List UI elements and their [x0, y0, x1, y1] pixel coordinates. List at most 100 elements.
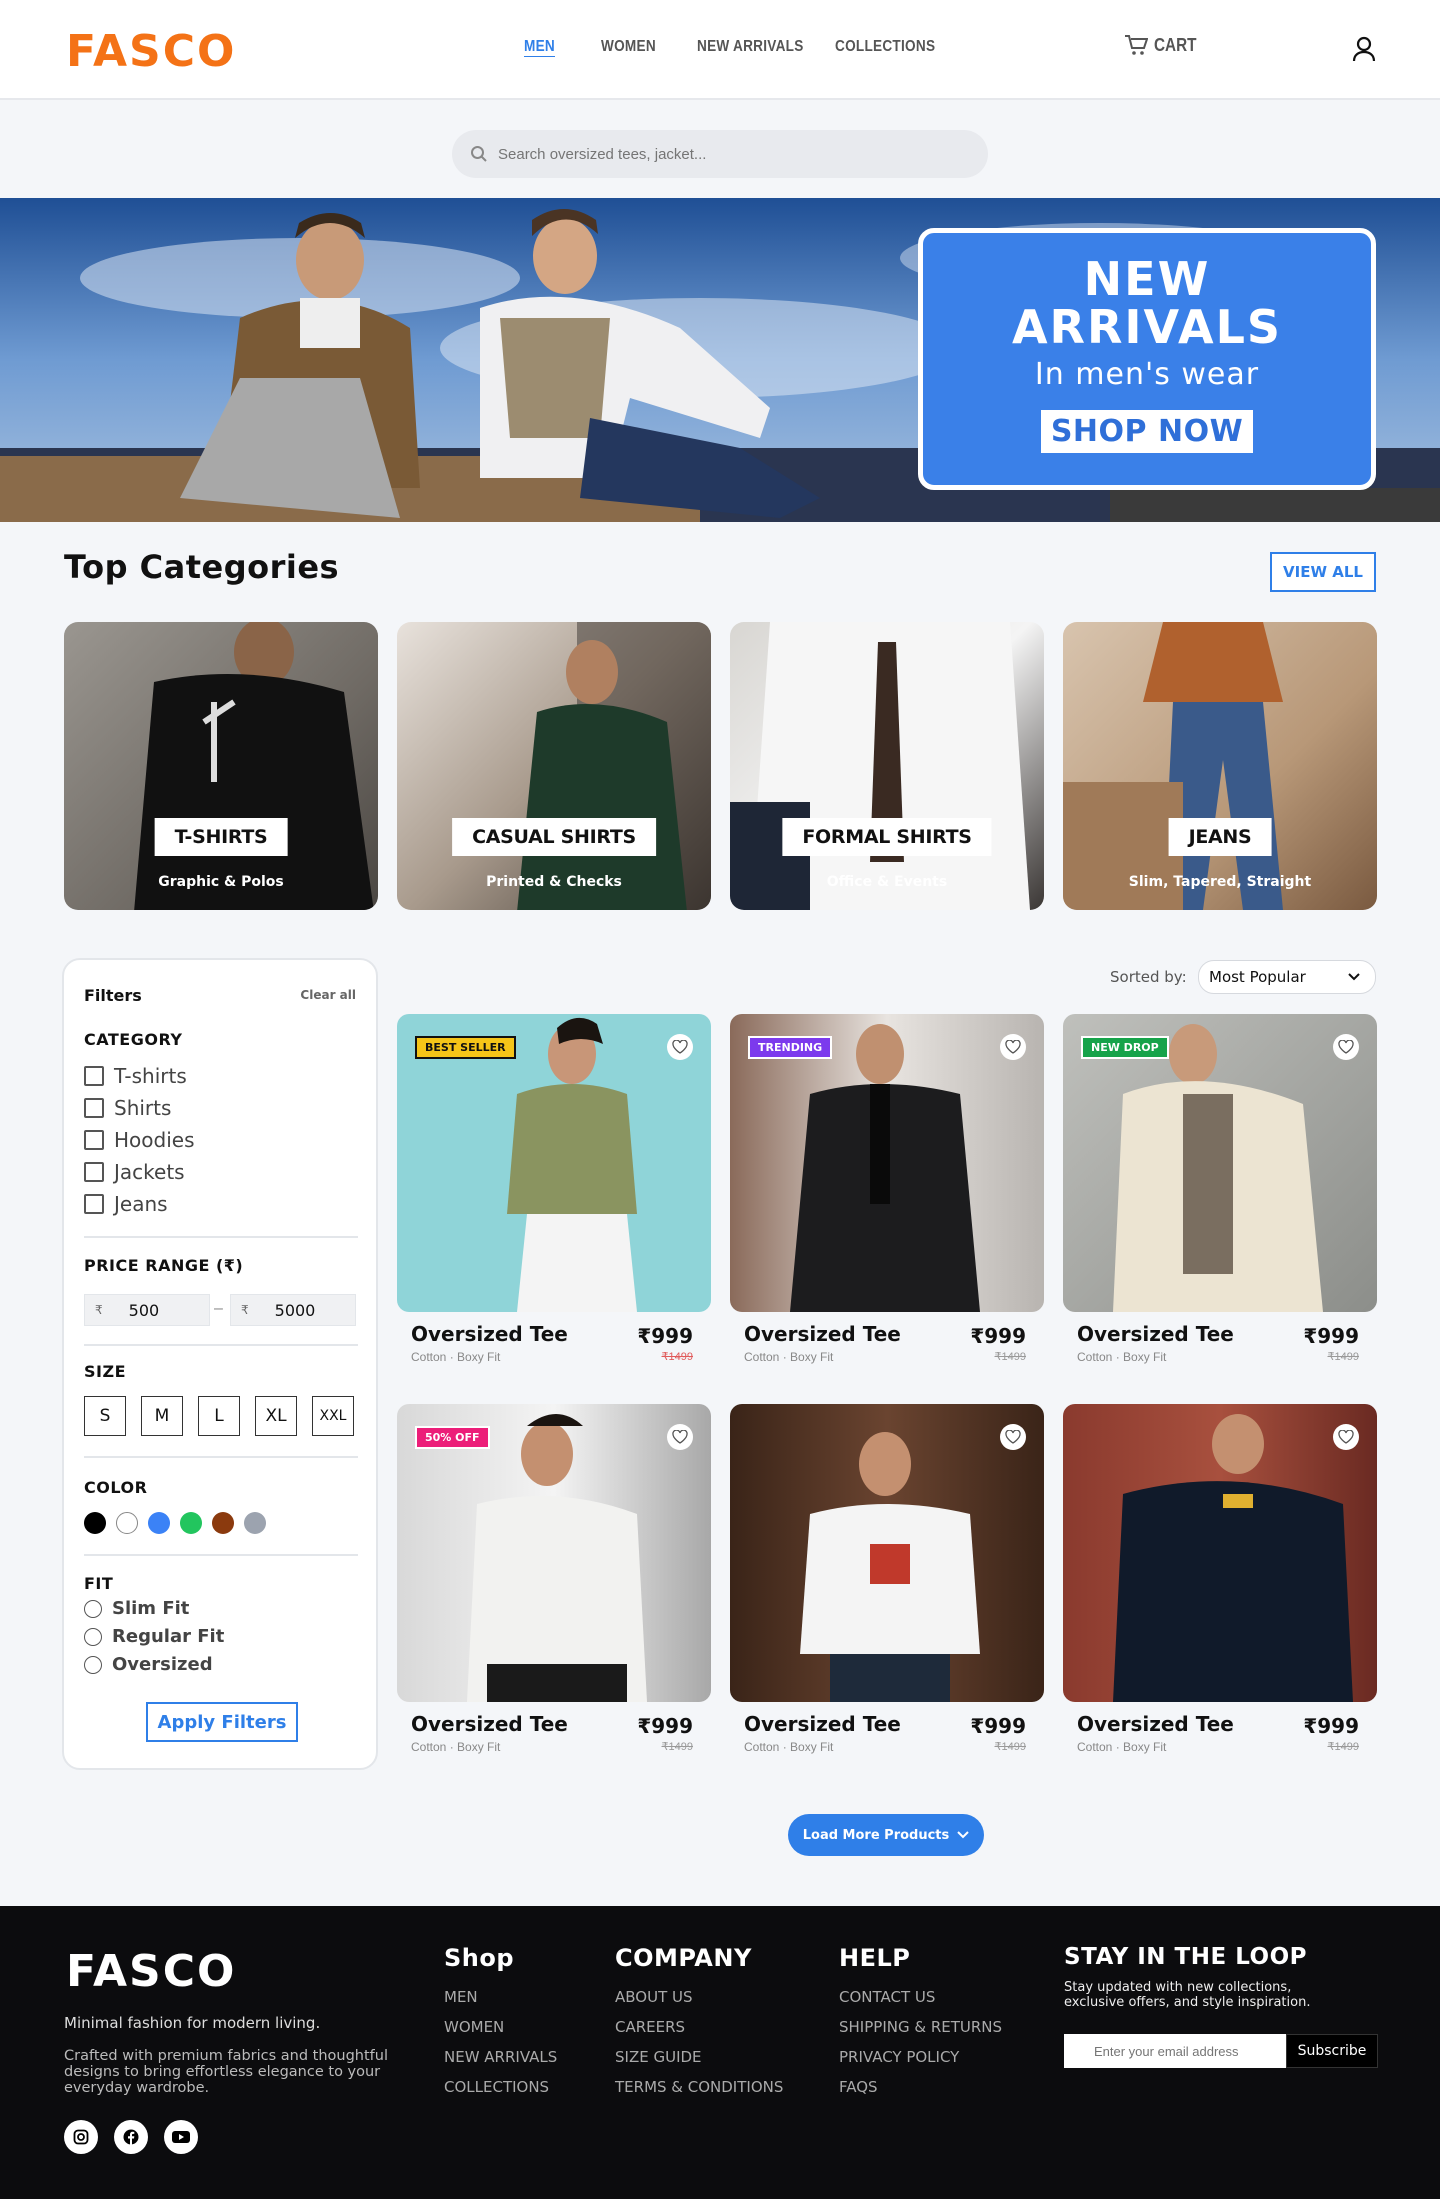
footer-company-column: COMPANY ABOUT US CAREERS SIZE GUIDE TERM…: [615, 1944, 783, 2108]
price-min-input[interactable]: ₹500: [84, 1294, 210, 1326]
checkbox[interactable]: [84, 1098, 104, 1118]
footer-link[interactable]: PRIVACY POLICY: [839, 2048, 1002, 2066]
fit-slim-radio[interactable]: Slim Fit: [84, 1598, 189, 1619]
subscribe-button[interactable]: Subscribe: [1286, 2034, 1378, 2068]
nav-women[interactable]: WOMEN: [601, 38, 656, 56]
checkbox[interactable]: [84, 1162, 104, 1182]
filter-category-hoodies[interactable]: Hoodies: [84, 1128, 195, 1152]
product-price: ₹999: [970, 1324, 1026, 1348]
size-xxl-button[interactable]: XXL: [312, 1396, 354, 1436]
clear-all-link[interactable]: Clear all: [300, 988, 356, 1002]
social-links: [64, 2120, 198, 2154]
nav-men[interactable]: MEN: [524, 38, 555, 56]
footer-link[interactable]: FAQS: [839, 2078, 1002, 2096]
footer-link[interactable]: COLLECTIONS: [444, 2078, 557, 2096]
color-swatch-black[interactable]: [84, 1512, 106, 1534]
product-badge: NEW DROP: [1081, 1036, 1169, 1059]
footer-link[interactable]: SIZE GUIDE: [615, 2048, 783, 2066]
wishlist-button[interactable]: [1000, 1424, 1026, 1450]
color-swatch-brown[interactable]: [212, 1512, 234, 1534]
youtube-icon[interactable]: [164, 2120, 198, 2154]
cart-label: CART: [1154, 34, 1197, 55]
filter-category-shirts[interactable]: Shirts: [84, 1096, 171, 1120]
footer-logo[interactable]: FASCO: [66, 1946, 236, 1997]
heart-icon: [672, 1040, 688, 1054]
filter-category-jackets[interactable]: Jackets: [84, 1160, 185, 1184]
currency-symbol: ₹: [95, 1303, 103, 1317]
color-swatch-gray[interactable]: [244, 1512, 266, 1534]
footer-link[interactable]: MEN: [444, 1988, 557, 2006]
radio-circle[interactable]: [84, 1655, 102, 1674]
color-swatch-green[interactable]: [180, 1512, 202, 1534]
size-l-button[interactable]: L: [198, 1396, 240, 1436]
product-price: ₹999: [637, 1714, 693, 1738]
wishlist-button[interactable]: [1333, 1424, 1359, 1450]
price-max-input[interactable]: ₹5000: [230, 1294, 356, 1326]
email-field[interactable]: [1064, 2034, 1286, 2068]
size-m-button[interactable]: M: [141, 1396, 183, 1436]
chevron-down-icon: [1348, 973, 1360, 981]
product-card[interactable]: NEW DROP Oversized Tee Cotton · Boxy Fit…: [1063, 1014, 1377, 1374]
instagram-icon[interactable]: [64, 2120, 98, 2154]
footer-link[interactable]: SHIPPING & RETURNS: [839, 2018, 1002, 2036]
product-card[interactable]: Oversized Tee Cotton · Boxy Fit ₹999 ₹14…: [730, 1404, 1044, 1764]
footer-link[interactable]: CAREERS: [615, 2018, 783, 2036]
nav-new-arrivals[interactable]: NEW ARRIVALS: [697, 38, 804, 56]
category-photo: [1063, 622, 1283, 910]
hero-banner: NEW ARRIVALS In men's wear SHOP NOW: [0, 198, 1440, 522]
radio-circle[interactable]: [84, 1599, 102, 1618]
category-card-jeans[interactable]: JEANS Slim, Tapered, Straight: [1063, 622, 1377, 910]
apply-filters-button[interactable]: Apply Filters: [146, 1702, 298, 1742]
checkbox[interactable]: [84, 1130, 104, 1150]
wishlist-button[interactable]: [667, 1034, 693, 1060]
size-filter-heading: SIZE: [84, 1362, 127, 1381]
shop-now-button[interactable]: SHOP NOW: [1040, 410, 1254, 453]
color-swatch-white[interactable]: [116, 1512, 138, 1534]
color-swatch-blue[interactable]: [148, 1512, 170, 1534]
checkbox[interactable]: [84, 1066, 104, 1086]
hero-title-line2: ARRIVALS: [1011, 300, 1283, 354]
wishlist-button[interactable]: [1333, 1034, 1359, 1060]
fit-oversized-radio[interactable]: Oversized: [84, 1654, 213, 1675]
view-all-button[interactable]: VIEW ALL: [1270, 552, 1376, 592]
category-card-formal-shirts[interactable]: FORMAL SHIRTS Office & Events: [730, 622, 1044, 910]
filter-category-jeans[interactable]: Jeans: [84, 1192, 168, 1216]
footer-link[interactable]: CONTACT US: [839, 1988, 1002, 2006]
category-card-casual-shirts[interactable]: CASUAL SHIRTS Printed & Checks: [397, 622, 711, 910]
price-filter-heading: PRICE RANGE (₹): [84, 1256, 244, 1275]
wishlist-button[interactable]: [667, 1424, 693, 1450]
search-bar[interactable]: [452, 130, 988, 178]
footer-shop-column: Shop MEN WOMEN NEW ARRIVALS COLLECTIONS: [444, 1944, 557, 2108]
currency-symbol: ₹: [241, 1303, 249, 1317]
footer-link[interactable]: TERMS & CONDITIONS: [615, 2078, 783, 2096]
category-card-tshirts[interactable]: T-SHIRTS Graphic & Polos: [64, 622, 378, 910]
nav-collections[interactable]: COLLECTIONS: [835, 38, 935, 56]
chevron-down-icon: [957, 1831, 969, 1839]
product-card[interactable]: BEST SELLER Oversized Tee Cotton · Boxy …: [397, 1014, 711, 1374]
product-meta: Cotton · Boxy Fit: [744, 1350, 834, 1364]
product-card[interactable]: Oversized Tee Cotton · Boxy Fit ₹999 ₹14…: [1063, 1404, 1377, 1764]
checkbox[interactable]: [84, 1194, 104, 1214]
divider: [84, 1344, 358, 1346]
load-more-button[interactable]: Load More Products: [788, 1814, 984, 1856]
filter-category-tshirts[interactable]: T-shirts: [84, 1064, 187, 1088]
product-meta: Cotton · Boxy Fit: [411, 1350, 501, 1364]
footer-link[interactable]: NEW ARRIVALS: [444, 2048, 557, 2066]
footer-link[interactable]: ABOUT US: [615, 1988, 783, 2006]
sort-select[interactable]: Most Popular: [1198, 960, 1376, 994]
site-footer: FASCO Minimal fashion for modern living.…: [0, 1906, 1440, 2199]
facebook-icon[interactable]: [114, 2120, 148, 2154]
size-xl-button[interactable]: XL: [255, 1396, 297, 1436]
radio-label: Oversized: [112, 1654, 213, 1675]
cart-button[interactable]: CART: [1124, 34, 1204, 56]
size-s-button[interactable]: S: [84, 1396, 126, 1436]
product-badge: 50% OFF: [415, 1426, 490, 1449]
wishlist-button[interactable]: [1000, 1034, 1026, 1060]
footer-link[interactable]: WOMEN: [444, 2018, 557, 2036]
user-icon[interactable]: [1352, 36, 1376, 62]
radio-circle[interactable]: [84, 1627, 102, 1646]
search-input[interactable]: [498, 145, 958, 163]
fit-regular-radio[interactable]: Regular Fit: [84, 1626, 224, 1647]
product-card[interactable]: TRENDING Oversized Tee Cotton · Boxy Fit…: [730, 1014, 1044, 1374]
product-card[interactable]: 50% OFF Oversized Tee Cotton · Boxy Fit …: [397, 1404, 711, 1764]
